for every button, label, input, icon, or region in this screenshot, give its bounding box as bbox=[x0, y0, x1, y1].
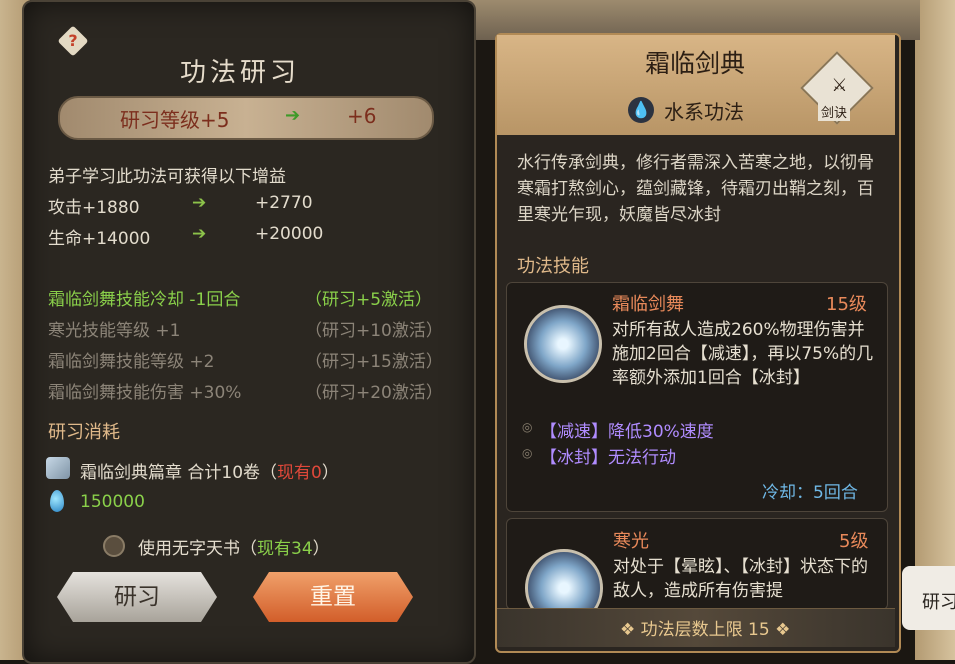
use-book-toggle[interactable] bbox=[103, 535, 125, 557]
cost-spirit: 150000 bbox=[80, 492, 145, 512]
water-drop-icon: 💧 bbox=[628, 97, 654, 123]
bonus-effect: 霜临剑舞技能等级 +2 bbox=[48, 352, 215, 372]
cost-item-owned: 现有0 bbox=[277, 463, 322, 483]
level-banner bbox=[58, 96, 434, 140]
cost-header: 研习消耗 bbox=[48, 422, 120, 443]
stat-hp-next: +20000 bbox=[255, 224, 324, 244]
reset-button[interactable]: 重置 bbox=[253, 572, 413, 622]
stat-hp: 生命+14000 bbox=[48, 229, 151, 249]
stat-attack: 攻击+1880 bbox=[48, 198, 140, 218]
side-tab-research[interactable]: 研习 bbox=[902, 566, 955, 630]
status-slow: 【减速】降低30%速度 bbox=[540, 422, 714, 442]
research-level-next: +6 bbox=[347, 104, 377, 128]
bonus-requirement: （研习+10激活） bbox=[305, 321, 443, 341]
bonus-effect: 霜临剑舞技能伤害 +30% bbox=[48, 383, 242, 403]
technique-type-badge: 剑诀 bbox=[818, 102, 851, 121]
swirl-icon: ◎ bbox=[522, 420, 533, 434]
use-book-owned: 现有34 bbox=[257, 539, 313, 559]
skill-name: 寒光 bbox=[613, 531, 649, 552]
use-book-label: 使用无字天书（现有34） bbox=[138, 539, 330, 559]
technique-description: 水行传承剑典，修行者需深入苦寒之地，以彻骨寒霜打熬剑心，蕴剑藏锋，待霜刃出鞘之刻… bbox=[517, 153, 874, 225]
skill-card[interactable]: 寒光 5级 对处于【晕眩】、【冰封】状态下的敌人，造成所有伤害提 bbox=[506, 518, 888, 610]
cold-light-skill-icon bbox=[525, 549, 603, 609]
arrow-right-icon: ➔ bbox=[192, 193, 207, 213]
skill-level: 15级 bbox=[826, 294, 867, 315]
gain-intro: 弟子学习此功法可获得以下增益 bbox=[48, 167, 286, 187]
bonus-requirement: （研习+5激活） bbox=[305, 290, 433, 310]
book-icon bbox=[46, 457, 70, 479]
scroll-background-right bbox=[915, 0, 955, 660]
help-icon[interactable]: ? bbox=[57, 25, 89, 57]
skill-description: 对所有敌人造成260%物理伤害并施加2回合【减速】，再以75%的几率额外添加1回… bbox=[612, 320, 874, 388]
arrow-right-icon: ➔ bbox=[285, 105, 301, 126]
skill-description: 对处于【晕眩】、【冰封】状态下的敌人，造成所有伤害提 bbox=[613, 557, 868, 601]
skill-level: 5级 bbox=[839, 531, 869, 552]
skills-header: 功法技能 bbox=[517, 256, 589, 277]
status-freeze: 【冰封】无法行动 bbox=[540, 448, 676, 468]
research-level: 研习等级+5 bbox=[120, 108, 230, 132]
panel-title: 功法研习 bbox=[179, 58, 300, 88]
frost-sword-skill-icon bbox=[524, 305, 602, 383]
arrow-right-icon: ➔ bbox=[192, 224, 207, 244]
technique-element: 水系功法 bbox=[664, 100, 744, 124]
stat-attack-next: +2770 bbox=[255, 193, 313, 213]
skill-cooldown: 冷却：5回合 bbox=[762, 483, 858, 503]
spirit-stone-icon bbox=[50, 490, 64, 512]
research-button[interactable]: 研习 bbox=[57, 572, 217, 622]
technique-title: 霜临剑典 bbox=[644, 49, 745, 78]
bonus-effect: 霜临剑舞技能冷却 -1回合 bbox=[48, 290, 241, 310]
max-layers: ❖ 功法层数上限 15 ❖ bbox=[620, 620, 791, 640]
bonus-requirement: （研习+20激活） bbox=[305, 383, 443, 403]
bonus-effect: 寒光技能等级 +1 bbox=[48, 321, 181, 341]
skill-name: 霜临剑舞 bbox=[612, 294, 684, 315]
bonus-requirement: （研习+15激活） bbox=[305, 352, 443, 372]
swirl-icon: ◎ bbox=[522, 446, 533, 460]
cost-item: 霜临剑典篇章 合计10卷（现有0） bbox=[80, 463, 339, 483]
